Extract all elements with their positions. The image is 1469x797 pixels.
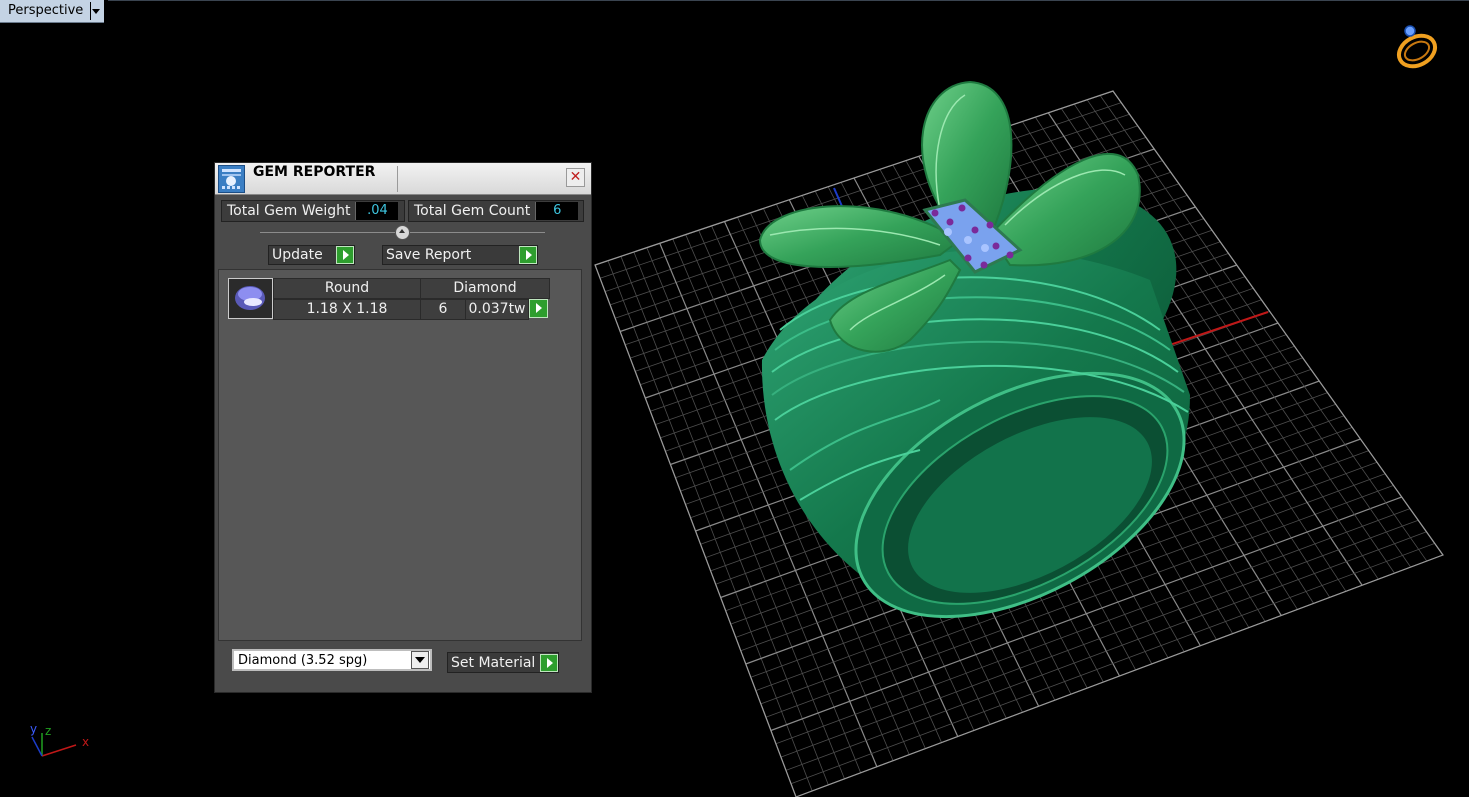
- set-material-button-label: Set Material: [451, 654, 536, 671]
- update-button-label: Update: [272, 247, 323, 263]
- total-gem-count: Total Gem Count 6: [408, 200, 584, 222]
- play-arrow-icon: [519, 246, 537, 264]
- axis-y-label: y: [30, 722, 37, 736]
- gem-shape-cell: Round: [273, 278, 421, 299]
- gem-count-cell: 6: [420, 299, 466, 320]
- viewport-top-border: [108, 0, 1469, 1]
- axis-gizmo: x y z: [30, 722, 89, 757]
- gem-reporter-titlebar[interactable]: GEM REPORTER ✕: [215, 163, 591, 195]
- gem-reporter-panel: GEM REPORTER ✕ Total Gem Weight .04 Tota…: [214, 162, 592, 693]
- total-gem-count-value: 6: [535, 202, 579, 220]
- close-icon[interactable]: ✕: [566, 168, 585, 187]
- save-report-button-label: Save Report: [386, 247, 472, 263]
- round-gem-thumbnail-icon: [228, 278, 273, 319]
- play-arrow-icon: [540, 653, 559, 672]
- gem-select-arrow-icon[interactable]: [529, 299, 548, 318]
- viewport-tab[interactable]: Perspective: [0, 0, 105, 23]
- total-gem-count-label: Total Gem Count: [414, 203, 531, 219]
- axis-x-label: x: [82, 735, 89, 749]
- gem-list: Round Diamond 1.18 X 1.18 6 0.037tw: [218, 269, 582, 641]
- gem-reporter-title: GEM REPORTER: [253, 164, 376, 180]
- gem-list-item[interactable]: Round Diamond 1.18 X 1.18 6 0.037tw: [228, 278, 550, 320]
- viewport-title[interactable]: Perspective: [0, 0, 90, 22]
- axis-z-label: z: [45, 724, 51, 738]
- gem-weight-cell: 0.037tw: [465, 299, 529, 320]
- total-gem-weight-value: .04: [355, 202, 399, 220]
- gem-size-cell: 1.18 X 1.18: [273, 299, 421, 320]
- update-button[interactable]: Update: [268, 245, 355, 265]
- set-material-button[interactable]: Set Material: [447, 652, 560, 673]
- material-select-value: Diamond (3.52 spg): [238, 652, 368, 668]
- play-arrow-icon: [336, 246, 354, 264]
- titlebar-divider: [397, 166, 398, 192]
- material-select[interactable]: Diamond (3.52 spg): [232, 649, 432, 671]
- gem-reporter-app-icon: [218, 165, 245, 193]
- total-gem-weight: Total Gem Weight .04: [221, 200, 405, 222]
- save-report-button[interactable]: Save Report: [382, 245, 538, 265]
- ring-logo-icon[interactable]: [1392, 22, 1448, 72]
- chevron-down-icon[interactable]: [411, 651, 429, 669]
- viewport-menu-dropdown-icon[interactable]: [90, 2, 101, 20]
- gem-material-cell: Diamond: [420, 278, 550, 299]
- total-gem-weight-label: Total Gem Weight: [227, 203, 351, 219]
- gem-size-slider-knob[interactable]: [395, 225, 410, 240]
